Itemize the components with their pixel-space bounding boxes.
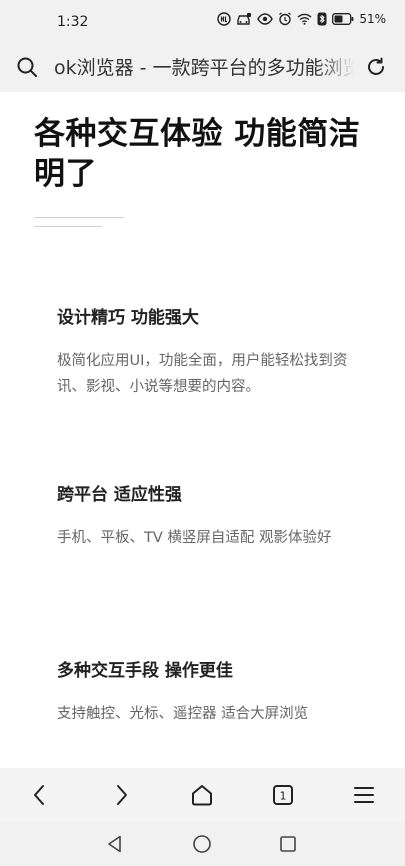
eye-icon <box>257 13 274 25</box>
hd-voice-icon <box>217 12 232 26</box>
url-field[interactable]: ok浏览器 - 一款跨平台的多功能浏览器 <box>54 55 354 81</box>
nav-back-icon[interactable] <box>105 834 125 854</box>
web-content[interactable]: 各种交互体验 功能简洁明了 设计精巧 功能强大 极简化应用UI，功能全面，用户能… <box>0 92 405 768</box>
bluetooth-icon <box>317 12 327 26</box>
feature-description: 支持触控、光标、遥控器 适合大屏浏览 <box>57 706 309 722</box>
tab-count: 1 <box>280 790 287 803</box>
feature-description: 极简化应用UI，功能全面，用户能轻松找到资讯、影视、小说等想要的内容。 <box>57 353 348 395</box>
feature-heading: 设计精巧 功能强大 <box>57 308 199 328</box>
battery-percentage: 51% <box>359 12 386 26</box>
menu-icon[interactable] <box>351 782 377 808</box>
browser-toolbar: 1 <box>0 768 405 822</box>
status-time: 1:32 <box>57 14 89 30</box>
feature-item: 多种交互手段 操作更佳 支持触控、光标、遥控器 适合大屏浏览 <box>57 659 357 727</box>
feature-heading: 跨平台 适应性强 <box>57 485 182 505</box>
alarm-icon <box>279 12 292 26</box>
search-icon[interactable] <box>15 55 39 79</box>
feature-description: 手机、平板、TV 横竖屏自适配 观影体验好 <box>57 530 332 546</box>
nav-home-icon[interactable] <box>192 834 212 854</box>
divider <box>34 226 102 227</box>
address-bar: ok浏览器 - 一款跨平台的多功能浏览器 <box>0 44 405 92</box>
forward-icon[interactable] <box>108 782 134 808</box>
status-icons: 51% <box>217 12 386 26</box>
car-icon <box>237 13 252 25</box>
divider <box>34 217 124 218</box>
refresh-icon[interactable] <box>364 55 388 79</box>
battery-icon <box>332 13 354 25</box>
feature-item: 设计精巧 功能强大 极简化应用UI，功能全面，用户能轻松找到资讯、影视、小说等想… <box>57 306 357 400</box>
tabs-icon[interactable]: 1 <box>270 782 296 808</box>
home-icon[interactable] <box>189 782 215 808</box>
feature-heading: 多种交互手段 操作更佳 <box>57 661 233 681</box>
hero-title: 各种交互体验 功能简洁明了 <box>34 116 361 192</box>
wifi-icon <box>297 13 312 25</box>
nav-recents-icon[interactable] <box>278 834 298 854</box>
status-bar: 1:32 51% <box>0 0 405 44</box>
feature-item: 跨平台 适应性强 手机、平板、TV 横竖屏自适配 观影体验好 <box>57 483 357 551</box>
system-nav-bar <box>0 822 405 866</box>
back-icon[interactable] <box>27 782 53 808</box>
